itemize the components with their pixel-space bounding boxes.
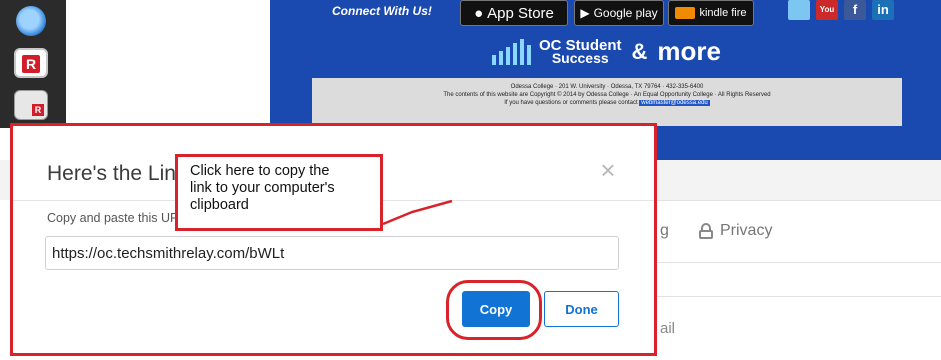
callout-line-1: Click here to copy the: [190, 163, 330, 179]
callout-line-3: clipboard: [190, 197, 249, 213]
callout-line-2: link to your computer's: [190, 180, 335, 196]
instruction-callout: Click here to copy the link to your comp…: [175, 154, 383, 231]
callout-connector: [382, 199, 453, 226]
screenshot-stage: R R Connect With Us! ● App Store ▶ Googl…: [0, 0, 941, 360]
